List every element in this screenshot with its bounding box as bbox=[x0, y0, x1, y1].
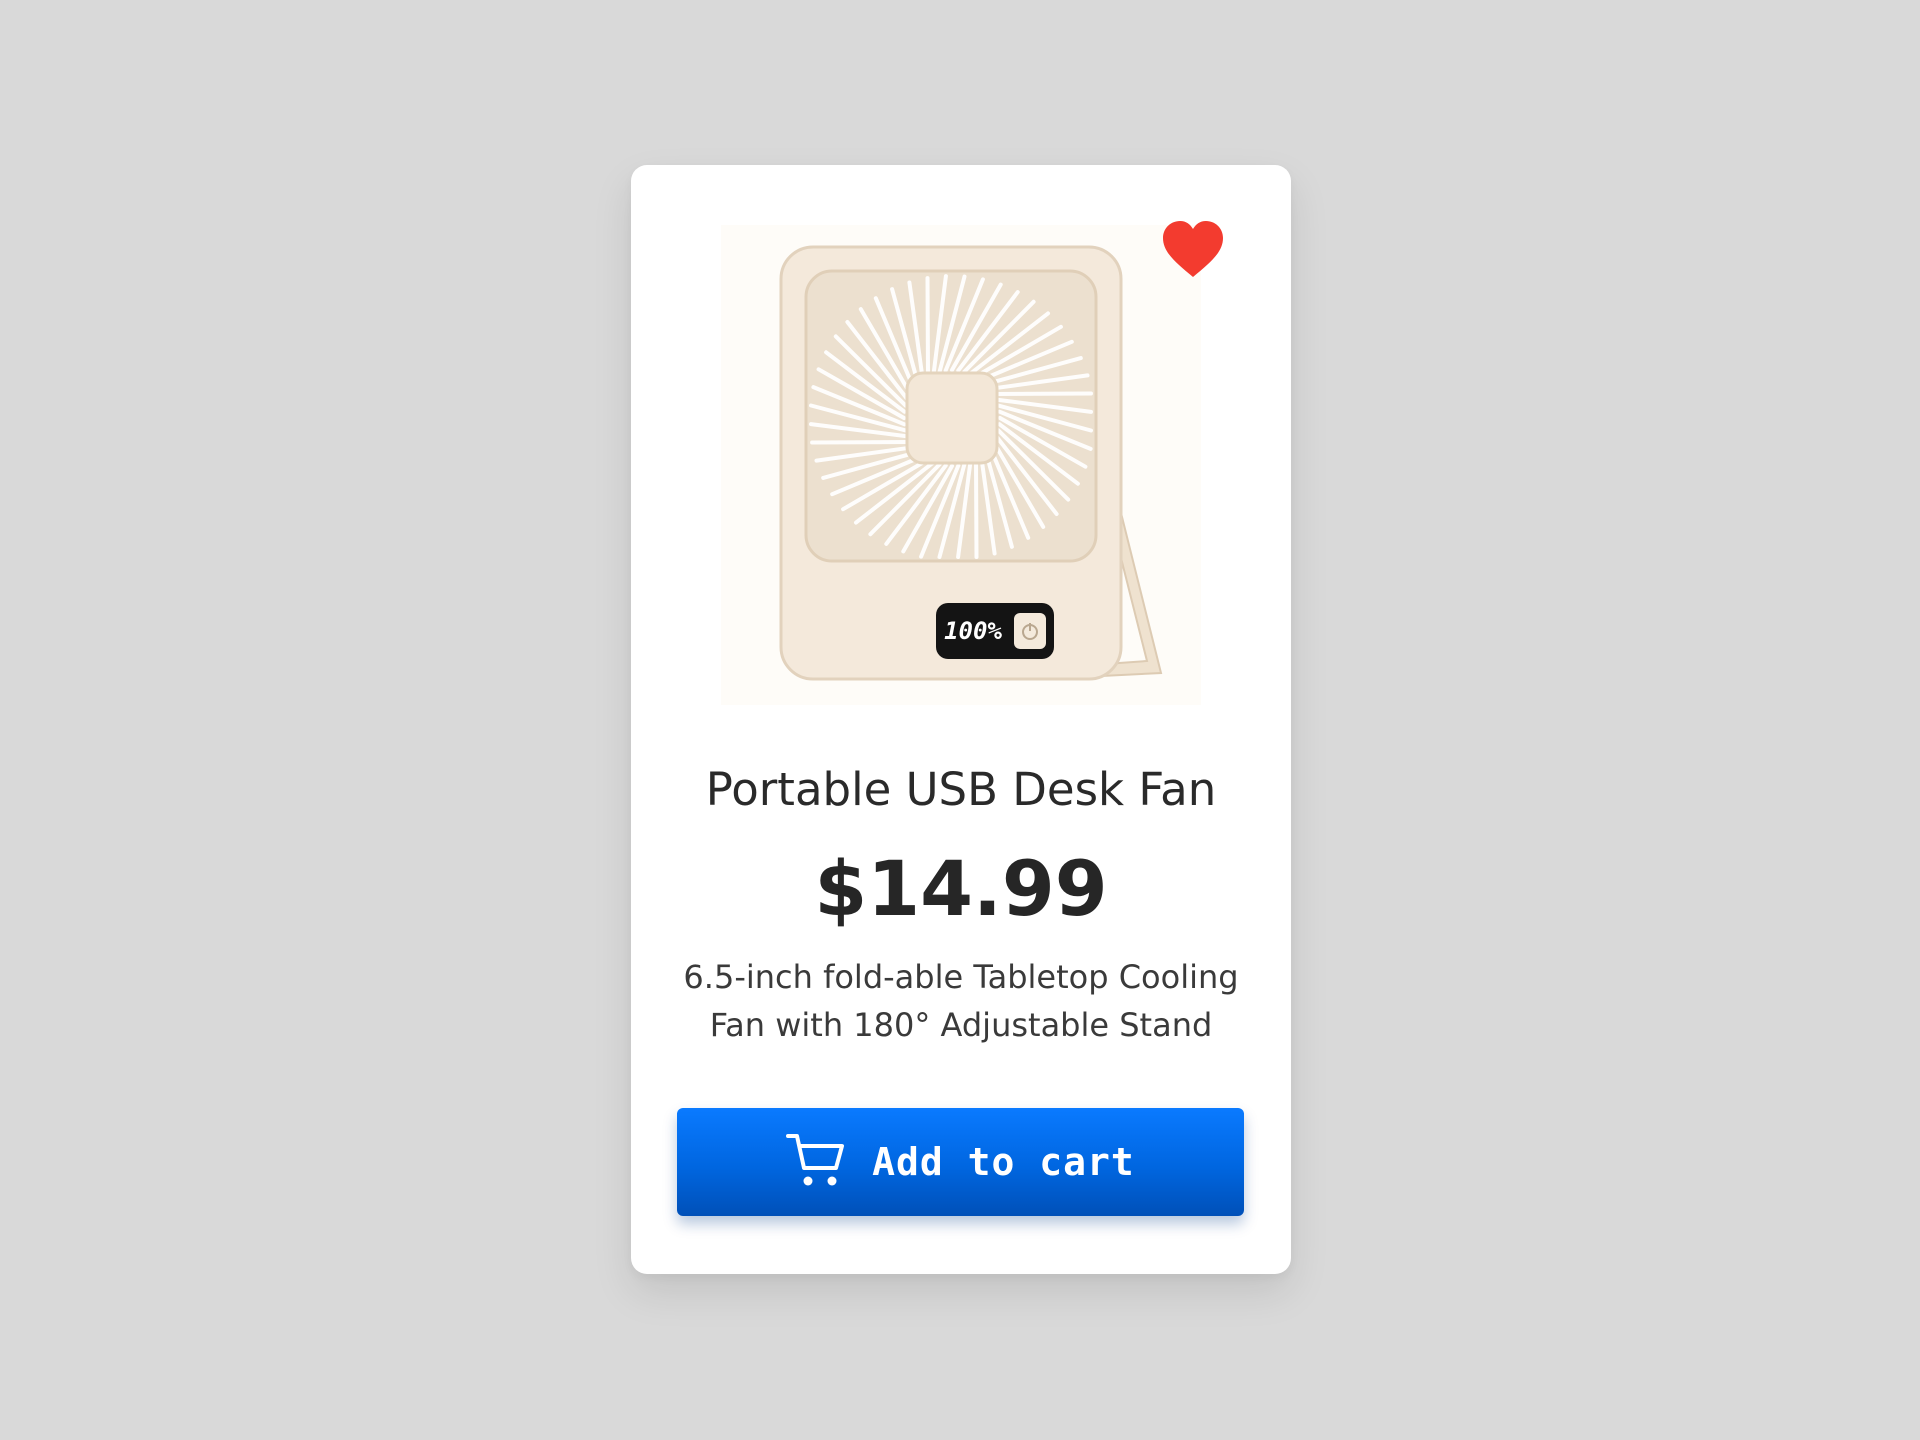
fan-blade bbox=[925, 276, 930, 379]
fan-display-text: 100% bbox=[944, 617, 1002, 645]
add-to-cart-label: Add to cart bbox=[872, 1140, 1135, 1184]
product-card: 100% Portable USB Desk Fan $14.99 6.5-in… bbox=[631, 165, 1291, 1274]
shopping-cart-icon bbox=[786, 1134, 845, 1186]
product-description: 6.5-inch fold-able Tabletop Cooling Fan … bbox=[683, 958, 1239, 1044]
product-image: 100% bbox=[721, 225, 1201, 705]
fan-blade bbox=[810, 440, 913, 445]
fan-blade bbox=[974, 457, 979, 559]
product-title: Portable USB Desk Fan bbox=[705, 763, 1217, 816]
fan-blade bbox=[991, 391, 1093, 396]
heart-icon bbox=[1163, 221, 1223, 277]
add-to-cart-button[interactable]: Add to cart bbox=[677, 1108, 1244, 1216]
favorite-button[interactable] bbox=[1161, 220, 1225, 280]
product-price: $14.99 bbox=[814, 844, 1108, 933]
